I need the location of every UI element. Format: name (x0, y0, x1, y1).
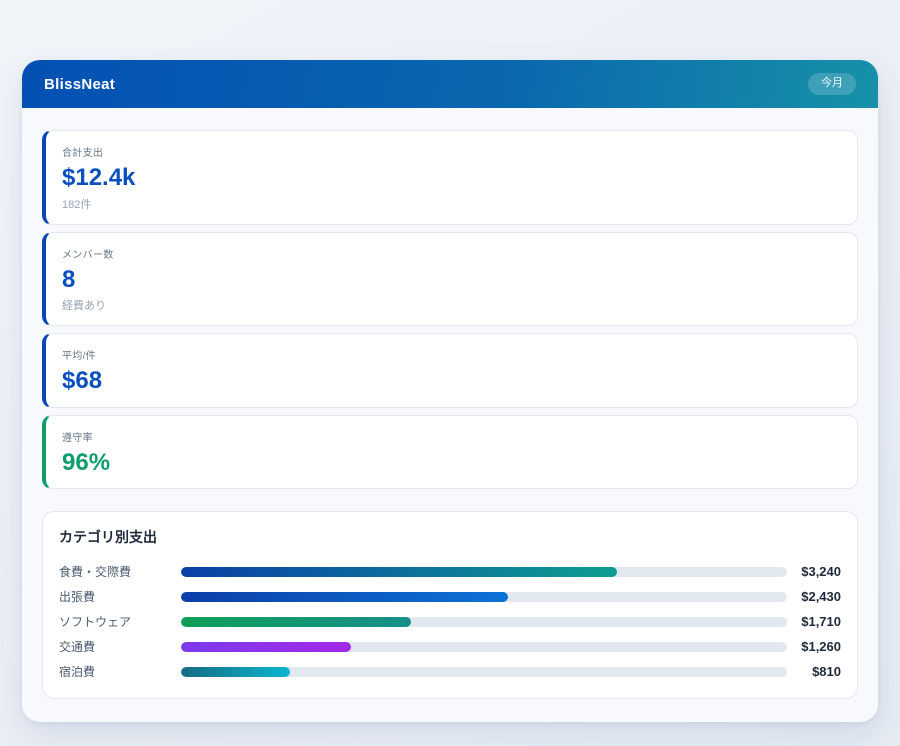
stat-label: メンバー数 (62, 246, 841, 261)
stat-label: 遵守率 (62, 429, 841, 444)
category-label: 出張費 (59, 588, 181, 605)
stat-card-member-count: メンバー数 8 経費あり (42, 232, 858, 327)
stat-value: $68 (62, 367, 841, 395)
category-label: 食費・交際費 (59, 563, 181, 580)
stat-card-compliance-rate: 遵守率 96% (42, 415, 858, 490)
stat-value: 96% (62, 449, 841, 477)
stat-label: 平均/件 (62, 347, 841, 362)
category-bar-fill (181, 617, 411, 627)
category-bar-track (181, 667, 787, 677)
category-bar-fill (181, 667, 290, 677)
category-bar-track (181, 642, 787, 652)
period-badge[interactable]: 今月 (808, 73, 856, 94)
category-bar-track (181, 567, 787, 577)
category-row: 食費・交際費 $3,240 (59, 559, 841, 584)
category-label: ソフトウェア (59, 613, 181, 630)
stat-sub: 182件 (62, 196, 841, 212)
stat-value: 8 (62, 266, 841, 294)
category-amount: $2,430 (787, 589, 841, 604)
dashboard-body: 合計支出 $12.4k 182件 メンバー数 8 経費あり 平均/件 $68 遵… (22, 108, 878, 722)
category-bar-fill (181, 567, 617, 577)
category-row: 出張費 $2,430 (59, 584, 841, 609)
stat-sub: 経費あり (62, 297, 841, 313)
category-amount: $3,240 (787, 564, 841, 579)
stat-label: 合計支出 (62, 144, 841, 159)
app-title: BlissNeat (44, 76, 115, 93)
category-breakdown-card: カテゴリ別支出 食費・交際費 $3,240 出張費 $2,430 ソフトウェア (42, 511, 858, 699)
category-label: 宿泊費 (59, 663, 181, 680)
dashboard-card: BlissNeat 今月 合計支出 $12.4k 182件 メンバー数 8 経費… (22, 60, 878, 722)
category-row: 宿泊費 $810 (59, 659, 841, 684)
category-bar-fill (181, 592, 508, 602)
category-row: ソフトウェア $1,710 (59, 609, 841, 634)
category-bar-fill (181, 642, 351, 652)
category-bar-track (181, 617, 787, 627)
category-amount: $810 (787, 664, 841, 679)
stat-card-total-spend: 合計支出 $12.4k 182件 (42, 130, 858, 225)
category-breakdown-title: カテゴリ別支出 (59, 527, 841, 547)
category-bar-track (181, 592, 787, 602)
category-label: 交通費 (59, 638, 181, 655)
stat-card-average-per-item: 平均/件 $68 (42, 333, 858, 408)
category-amount: $1,260 (787, 639, 841, 654)
category-amount: $1,710 (787, 614, 841, 629)
app-header: BlissNeat 今月 (22, 60, 878, 108)
category-row: 交通費 $1,260 (59, 634, 841, 659)
stat-value: $12.4k (62, 164, 841, 192)
